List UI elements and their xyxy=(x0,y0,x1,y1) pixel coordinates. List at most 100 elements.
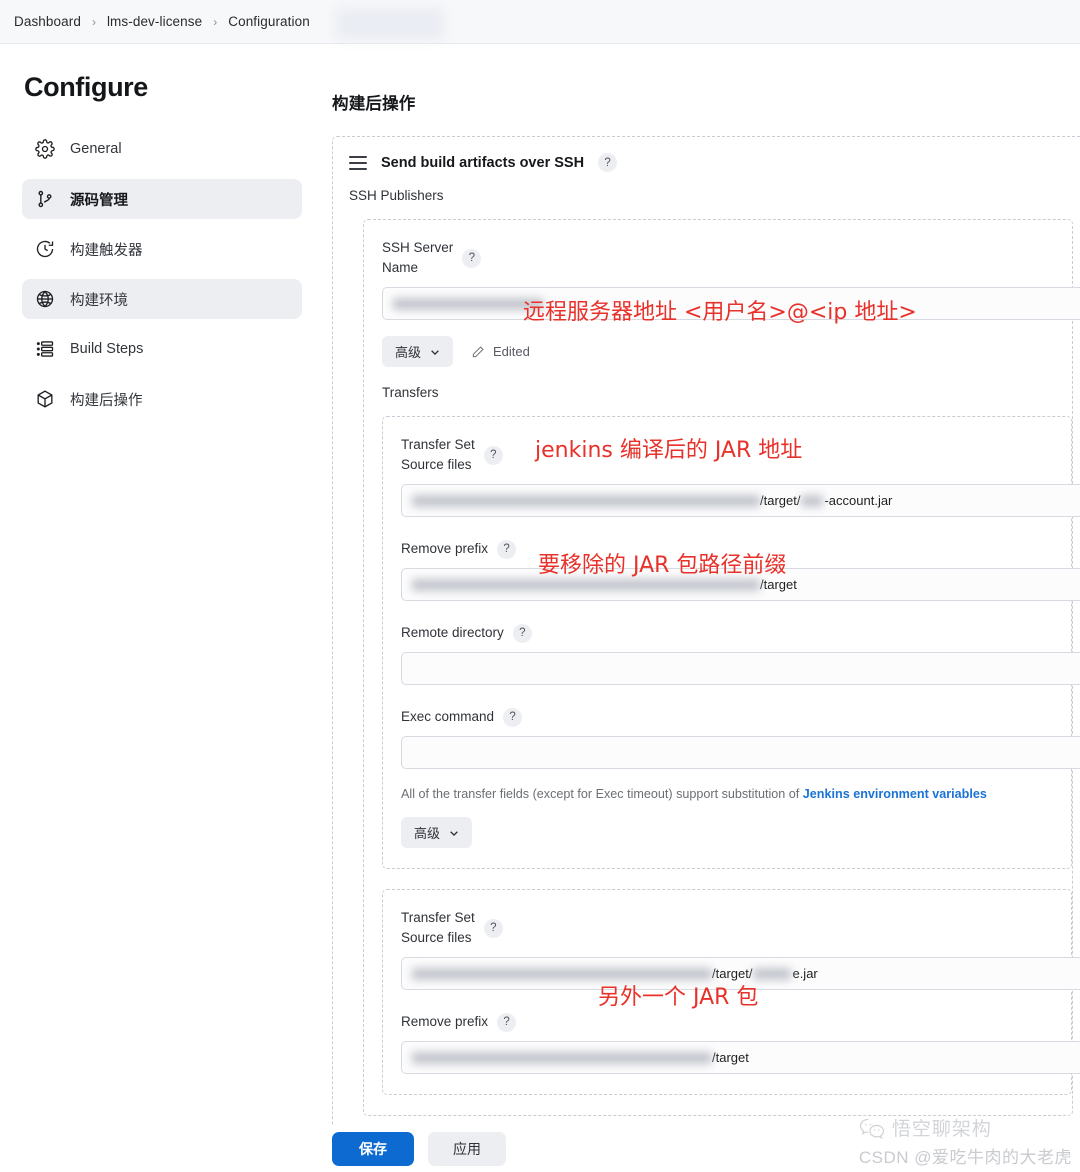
edited-label: Edited xyxy=(493,344,530,359)
source-files-input[interactable]: /target/ e.jar xyxy=(401,957,1080,990)
action-bar: 保存 应用 xyxy=(320,1126,1080,1172)
remove-prefix-label: Remove prefix xyxy=(401,1014,489,1029)
jenkins-env-variables-link[interactable]: Jenkins environment variables xyxy=(803,787,987,801)
sidebar-item-label: Build Steps xyxy=(70,341,144,357)
sidebar-item-label: General xyxy=(70,141,122,157)
page-title: Configure xyxy=(24,72,148,102)
redacted-value xyxy=(753,967,792,980)
plugin-header: Send build artifacts over SSH ? xyxy=(349,153,1080,172)
advanced-button[interactable]: 高级 xyxy=(382,336,454,367)
section-title: 构建后操作 xyxy=(332,95,416,113)
remove-prefix-input[interactable]: /target xyxy=(401,1041,1080,1074)
ssh-server-advanced-row: 高级 Edited xyxy=(382,336,1072,367)
help-icon[interactable]: ? xyxy=(462,248,482,268)
breadcrumb: Dashboard › lms-dev-license › Configurat… xyxy=(0,0,1080,44)
advanced-button-label: 高级 xyxy=(414,826,441,841)
breadcrumb-separator-icon: › xyxy=(91,14,96,29)
blurred-overlay-artifact xyxy=(336,8,444,40)
sidebar-item-source-management[interactable]: 源码管理 xyxy=(22,179,302,219)
redacted-value xyxy=(412,494,760,507)
sidebar-item-post-build-actions[interactable]: 构建后操作 xyxy=(22,379,302,419)
source-files-visible-tail: -account.jar xyxy=(824,493,893,508)
ssh-server-panel: SSH Server Name ? 高级 Edited Transfers Tr… xyxy=(363,219,1080,1116)
remote-directory-label-row: Remote directory ? xyxy=(401,623,1071,643)
remove-prefix-input[interactable]: /target xyxy=(401,568,1080,601)
transfer-advanced-row: 高级 xyxy=(401,817,1071,848)
globe-icon xyxy=(34,288,56,310)
pencil-icon xyxy=(472,345,484,357)
redacted-value xyxy=(393,297,543,310)
remove-prefix-visible-path: /target xyxy=(712,1050,749,1065)
package-icon xyxy=(34,388,56,410)
help-icon[interactable]: ? xyxy=(497,539,517,559)
source-files-visible-path: /target/ xyxy=(760,493,801,508)
remove-prefix-label-row: Remove prefix ? xyxy=(401,539,1071,559)
chevron-down-icon xyxy=(431,349,439,355)
help-icon[interactable]: ? xyxy=(497,1012,517,1032)
ssh-server-label-line2: Name xyxy=(382,260,419,275)
redacted-value xyxy=(412,967,712,980)
list-steps-icon xyxy=(34,338,56,360)
ssh-server-label-line1: SSH Server xyxy=(382,240,454,255)
plugin-title: Send build artifacts over SSH xyxy=(381,154,585,171)
save-button[interactable]: 保存 xyxy=(332,1132,414,1166)
remove-prefix-label-row: Remove prefix ? xyxy=(401,1012,1071,1032)
ssh-publisher-panel: Send build artifacts over SSH ? SSH Publ… xyxy=(332,136,1080,1135)
main-content: 构建后操作 Send build artifacts over SSH ? SS… xyxy=(320,44,1080,1172)
sidebar-item-label: 构建后操作 xyxy=(70,392,143,409)
redacted-value xyxy=(412,578,760,591)
exec-command-label-row: Exec command ? xyxy=(401,707,1071,727)
drag-handle-icon[interactable] xyxy=(349,155,367,170)
remote-directory-input[interactable] xyxy=(401,652,1080,685)
helper-text-prefix: All of the transfer fields (except for E… xyxy=(401,787,803,801)
exec-command-label: Exec command xyxy=(401,709,495,724)
source-files-label: Source files xyxy=(401,930,472,945)
edited-indicator[interactable]: Edited xyxy=(471,344,530,359)
advanced-button[interactable]: 高级 xyxy=(401,817,473,848)
chevron-down-icon xyxy=(450,830,458,836)
advanced-button-label: 高级 xyxy=(395,345,422,360)
redacted-value xyxy=(801,494,824,507)
transfer-set-label: Transfer Set xyxy=(401,910,475,925)
remove-prefix-visible-path: /target xyxy=(760,577,797,592)
help-icon[interactable]: ? xyxy=(483,445,503,465)
transfer-set-1: Transfer Set Source files ? /target/ -ac… xyxy=(382,416,1080,869)
breadcrumb-item-dashboard[interactable]: Dashboard xyxy=(14,14,81,29)
ssh-server-name-label: SSH Server Name ? xyxy=(382,238,1072,278)
remove-prefix-label: Remove prefix xyxy=(401,541,489,556)
breadcrumb-item-project[interactable]: lms-dev-license xyxy=(107,14,202,29)
help-icon[interactable]: ? xyxy=(483,918,503,938)
sidebar-item-label: 构建环境 xyxy=(70,292,128,309)
help-icon[interactable]: ? xyxy=(598,153,618,172)
ssh-publishers-label: SSH Publishers xyxy=(349,188,444,203)
transfer-set-label: Transfer Set xyxy=(401,437,475,452)
breadcrumb-item-configuration[interactable]: Configuration xyxy=(228,14,310,29)
clock-icon xyxy=(34,238,56,260)
transfer-set-source-files-label: Transfer Set Source files ? xyxy=(401,435,1071,475)
sidebar-item-build-environment[interactable]: 构建环境 xyxy=(22,279,302,319)
gear-icon xyxy=(34,138,56,160)
sidebar-item-build-steps[interactable]: Build Steps xyxy=(22,329,302,369)
sidebar-item-build-triggers[interactable]: 构建触发器 xyxy=(22,229,302,269)
remote-directory-label: Remote directory xyxy=(401,625,504,640)
source-files-label: Source files xyxy=(401,457,472,472)
transfer-helper-text: All of the transfer fields (except for E… xyxy=(401,787,1071,801)
exec-command-input[interactable] xyxy=(401,736,1080,769)
transfer-set-2: Transfer Set Source files ? /target/ e.j… xyxy=(382,889,1080,1095)
source-files-input[interactable]: /target/ -account.jar xyxy=(401,484,1080,517)
redacted-value xyxy=(412,1051,712,1064)
transfer-set-source-files-label: Transfer Set Source files ? xyxy=(401,908,1071,948)
apply-button[interactable]: 应用 xyxy=(428,1132,506,1166)
source-files-visible-path: /target/ xyxy=(712,966,753,981)
breadcrumb-separator-icon: › xyxy=(213,14,218,29)
sidebar-item-label: 构建触发器 xyxy=(70,242,143,259)
sidebar: Configure General 源码管理 构建触发器 构建环境 Build … xyxy=(0,44,320,1172)
jenkins-configure-page: Dashboard › lms-dev-license › Configurat… xyxy=(0,0,1080,1172)
ssh-server-name-input[interactable] xyxy=(382,287,1080,320)
help-icon[interactable]: ? xyxy=(503,707,523,727)
source-files-visible-tail: e.jar xyxy=(792,966,818,981)
transfers-label: Transfers xyxy=(382,385,439,400)
sidebar-item-general[interactable]: General xyxy=(22,129,302,169)
help-icon[interactable]: ? xyxy=(512,623,532,643)
sidebar-item-label: 源码管理 xyxy=(70,192,128,209)
